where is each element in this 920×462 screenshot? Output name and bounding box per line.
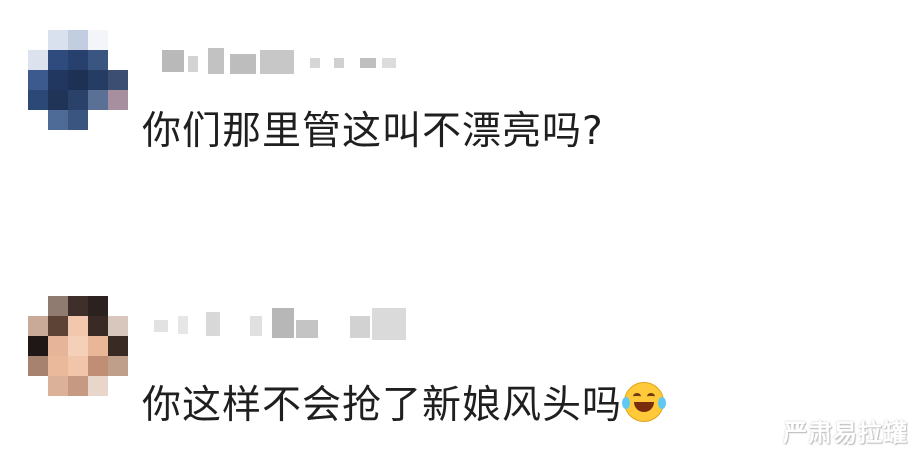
avatar-pixel: [48, 110, 68, 130]
avatar-pixel: [108, 110, 128, 130]
avatar[interactable]: [28, 30, 128, 130]
avatar[interactable]: [28, 296, 128, 396]
avatar-pixel: [108, 356, 128, 376]
avatar-pixel: [68, 50, 88, 70]
avatar-pixel: [88, 30, 108, 50]
username-blurred[interactable]: [150, 306, 470, 346]
avatar-pixel: [88, 356, 108, 376]
avatar-pixel: [28, 30, 48, 50]
avatar-pixel: [68, 110, 88, 130]
avatar-pixel: [48, 50, 68, 70]
avatar-pixel: [88, 336, 108, 356]
avatar-pixel: [108, 336, 128, 356]
watermark: 严肃易拉罐: [783, 419, 908, 447]
avatar-pixel: [108, 70, 128, 90]
avatar-pixel: [48, 356, 68, 376]
avatar-pixel: [28, 336, 48, 356]
avatar-pixel: [28, 296, 48, 316]
avatar-pixel: [28, 110, 48, 130]
avatar-pixel: [88, 50, 108, 70]
avatar-pixel: [48, 376, 68, 396]
avatar-pixel: [88, 316, 108, 336]
avatar-pixel: [108, 90, 128, 110]
avatar-pixel: [108, 376, 128, 396]
avatar-pixel: [68, 70, 88, 90]
comment-text-content: 你这样不会抢了新娘风头吗: [142, 383, 623, 428]
avatar-pixel: [108, 30, 128, 50]
avatar-pixel: [68, 356, 88, 376]
avatar-pixel: [88, 296, 108, 316]
comment-text: 你们那里管这叫不漂亮吗?: [142, 109, 604, 154]
avatar-pixel: [48, 90, 68, 110]
comment-text: 你这样不会抢了新娘风头吗: [142, 382, 667, 428]
avatar-pixel: [68, 296, 88, 316]
avatar-pixel: [88, 90, 108, 110]
avatar-pixel: [88, 70, 108, 90]
avatar-pixel: [48, 316, 68, 336]
avatar-pixel: [48, 336, 68, 356]
avatar-pixel: [28, 376, 48, 396]
avatar-pixel: [28, 70, 48, 90]
avatar-pixel: [108, 50, 128, 70]
laughing-tears-emoji-icon: [622, 382, 667, 422]
avatar-pixel: [48, 30, 68, 50]
avatar-pixel: [88, 376, 108, 396]
avatar-pixel: [48, 70, 68, 90]
avatar-pixel: [108, 316, 128, 336]
avatar-pixel: [68, 30, 88, 50]
avatar-pixel: [68, 90, 88, 110]
username-blurred[interactable]: [150, 42, 470, 82]
avatar-pixel: [28, 50, 48, 70]
avatar-pixel: [88, 110, 108, 130]
avatar-pixel: [28, 90, 48, 110]
avatar-pixel: [68, 336, 88, 356]
avatar-pixel: [68, 376, 88, 396]
avatar-pixel: [68, 316, 88, 336]
avatar-pixel: [28, 356, 48, 376]
avatar-pixel: [28, 316, 48, 336]
avatar-pixel: [48, 296, 68, 316]
avatar-pixel: [108, 296, 128, 316]
